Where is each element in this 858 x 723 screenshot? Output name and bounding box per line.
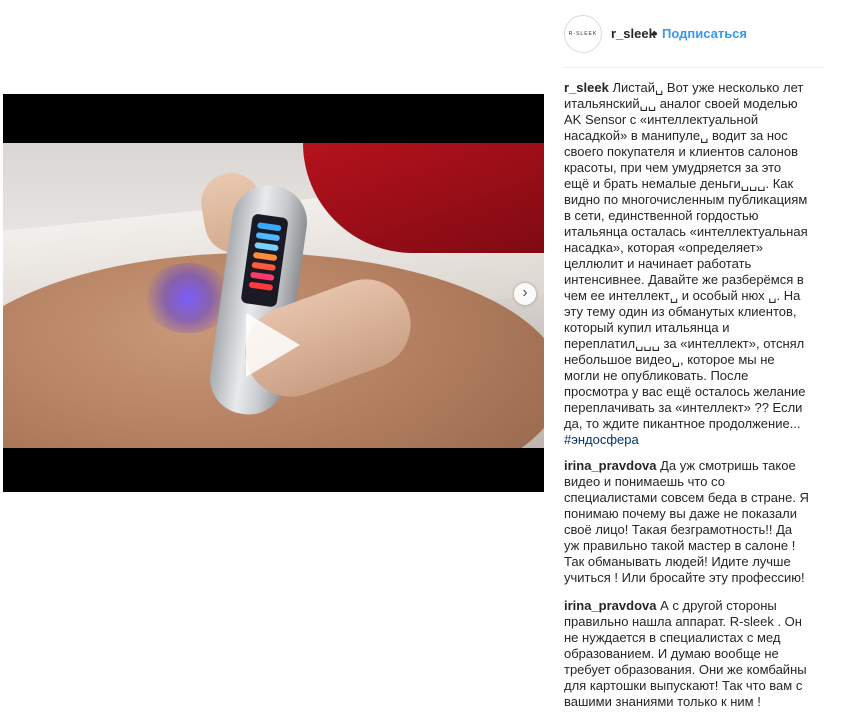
follow-button[interactable]: Подписаться xyxy=(662,26,747,41)
comment-text: Да уж смотришь такое видео и понимаешь ч… xyxy=(564,458,809,585)
device-screen xyxy=(240,213,289,308)
comments-panel: r_sleek Листай␣ Вот уже несколько лет ит… xyxy=(564,80,809,722)
profile-username[interactable]: r_sleek xyxy=(611,26,656,41)
header-divider xyxy=(564,67,823,68)
video-frame[interactable] xyxy=(3,143,544,448)
comment-username[interactable]: irina_pravdova xyxy=(564,458,657,473)
caption-username[interactable]: r_sleek xyxy=(564,80,609,95)
caption: r_sleek Листай␣ Вот уже несколько лет ит… xyxy=(564,80,809,448)
play-icon[interactable] xyxy=(246,313,300,377)
comment-username[interactable]: irina_pravdova xyxy=(564,598,657,613)
comment-item: irina_pravdova А с другой стороны правил… xyxy=(564,598,809,710)
hashtag-link[interactable]: #эндосфера xyxy=(564,432,639,447)
caption-text: Листай␣ Вот уже несколько лет итальянски… xyxy=(564,80,808,431)
chevron-right-icon[interactable]: › xyxy=(514,283,536,305)
comment-item: irina_pravdova Да уж смотришь такое виде… xyxy=(564,458,809,586)
avatar[interactable]: R-SLEEK xyxy=(564,15,602,53)
post-media[interactable]: › xyxy=(3,94,544,492)
comment-text: А с другой стороны правильно нашла аппар… xyxy=(564,598,807,709)
separator-dot: • xyxy=(653,26,658,41)
